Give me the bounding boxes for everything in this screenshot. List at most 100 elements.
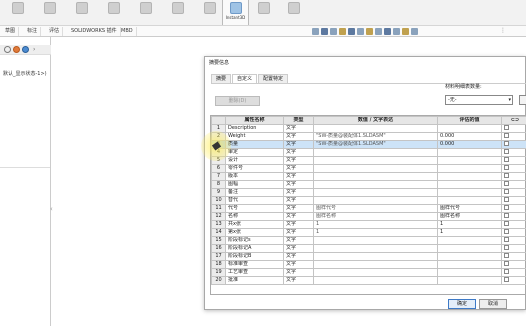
type-cell[interactable]: 文字 <box>283 268 314 277</box>
expression-cell[interactable]: 1 <box>313 220 438 229</box>
property-name-cell[interactable]: 共x张 <box>225 220 284 229</box>
link-checkbox-cell[interactable] <box>501 204 526 213</box>
table-row[interactable]: 11 代号 文字 图样代号 图样代号 <box>211 204 526 213</box>
chevron-right-icon[interactable]: › <box>33 46 35 53</box>
expression-cell[interactable] <box>313 188 438 197</box>
crosshair-icon[interactable] <box>4 46 11 53</box>
checkbox[interactable] <box>504 125 509 130</box>
table-row[interactable]: 16 阶段标记A 文字 <box>211 244 526 253</box>
link-checkbox-cell[interactable] <box>501 172 526 181</box>
type-cell[interactable]: 文字 <box>283 124 314 133</box>
col-header-type[interactable]: 类型 <box>283 116 314 125</box>
property-name-cell[interactable]: 阶段标记B <box>225 252 284 261</box>
table-row[interactable]: 7 版本 文字 <box>211 172 526 181</box>
checkbox[interactable] <box>504 213 509 218</box>
evaluated-value-cell[interactable] <box>437 172 502 181</box>
ribbon-button[interactable] <box>280 0 307 25</box>
tree-item[interactable]: 默认_显示状态-1>) <box>3 70 47 77</box>
checkbox[interactable] <box>504 229 509 234</box>
evaluated-value-cell[interactable] <box>437 244 502 253</box>
table-row[interactable]: 8 图幅 文字 <box>211 180 526 189</box>
table-row[interactable]: 10 替代 文字 <box>211 196 526 205</box>
expression-cell[interactable] <box>313 172 438 181</box>
checkbox[interactable] <box>504 237 509 242</box>
tab-custom[interactable]: 自定义 <box>232 74 258 83</box>
type-cell[interactable]: 文字 <box>283 228 314 237</box>
property-name-cell[interactable]: Description <box>225 124 284 133</box>
evaluated-value-cell[interactable] <box>437 164 502 173</box>
expression-cell[interactable] <box>313 236 438 245</box>
appearance-icon[interactable] <box>366 28 373 35</box>
table-row[interactable]: 18 标准审查 文字 <box>211 260 526 269</box>
tab-solidworks-addins[interactable]: SOLIDWORKS 插件 <box>68 27 121 36</box>
section-view-icon[interactable] <box>348 28 355 35</box>
evaluated-value-cell[interactable]: 1 <box>437 220 502 229</box>
type-cell[interactable]: 文字 <box>283 220 314 229</box>
link-checkbox-cell[interactable] <box>501 132 526 141</box>
checkbox[interactable] <box>504 261 509 266</box>
expression-cell[interactable] <box>313 276 438 285</box>
checkbox[interactable] <box>504 253 509 258</box>
checkbox[interactable] <box>504 141 509 146</box>
table-row[interactable]: 20 批准 文字 <box>211 276 526 285</box>
table-row[interactable]: 1 Description 文字 <box>211 124 526 133</box>
expression-cell[interactable] <box>313 148 438 157</box>
property-name-cell[interactable]: 审定 <box>225 148 284 157</box>
ribbon-button[interactable] <box>36 0 63 25</box>
property-name-cell[interactable]: 批准 <box>225 276 284 285</box>
view-settings-icon[interactable] <box>384 28 391 35</box>
property-name-cell[interactable]: 备注 <box>225 188 284 197</box>
zoom-icon[interactable] <box>312 28 319 35</box>
expression-cell[interactable] <box>313 156 438 165</box>
table-row[interactable]: 4审定文字 <box>211 148 526 157</box>
ribbon-button[interactable] <box>196 0 223 25</box>
property-name-cell[interactable]: 替代 <box>225 196 284 205</box>
evaluated-value-cell[interactable]: 0.000 <box>437 140 502 149</box>
expression-cell[interactable] <box>313 260 438 269</box>
property-name-cell[interactable]: 零件号 <box>225 164 284 173</box>
type-cell[interactable]: 文字 <box>283 244 314 253</box>
expression-cell[interactable] <box>313 124 438 133</box>
evaluated-value-cell[interactable]: 图样名称 <box>437 212 502 221</box>
link-checkbox-cell[interactable] <box>501 180 526 189</box>
checkbox[interactable] <box>504 181 509 186</box>
col-header-evaluated[interactable]: 评估的值 <box>437 116 502 125</box>
bom-quantity-select[interactable]: -无- ▾ <box>445 95 513 105</box>
type-cell[interactable]: 文字 <box>283 252 314 261</box>
evaluated-value-cell[interactable] <box>437 188 502 197</box>
checkbox[interactable] <box>504 133 509 138</box>
link-checkbox-cell[interactable] <box>501 156 526 165</box>
evaluated-value-cell[interactable] <box>437 252 502 261</box>
monitor-icon[interactable] <box>402 28 409 35</box>
search-icon[interactable] <box>321 28 328 35</box>
type-cell[interactable]: 文字 <box>283 180 314 189</box>
ribbon-button[interactable] <box>250 0 277 25</box>
link-checkbox-cell[interactable] <box>501 268 526 277</box>
property-name-cell[interactable]: 标准审查 <box>225 260 284 269</box>
table-row[interactable]: 3质量文字"SW-质量@装配体1.SLDASM"0.000 <box>211 140 526 149</box>
type-cell[interactable]: 文字 <box>283 148 314 157</box>
link-checkbox-cell[interactable] <box>501 228 526 237</box>
expression-cell[interactable] <box>313 252 438 261</box>
property-name-cell[interactable]: 第x张 <box>225 228 284 237</box>
table-row[interactable]: 19 工艺审查 文字 <box>211 268 526 277</box>
link-checkbox-cell[interactable] <box>501 236 526 245</box>
expression-cell[interactable]: 1 <box>313 228 438 237</box>
link-checkbox-cell[interactable] <box>501 252 526 261</box>
tab-mbd[interactable]: MBD <box>118 27 137 36</box>
evaluated-value-cell[interactable] <box>437 236 502 245</box>
tab-summary[interactable]: 摘要 <box>211 74 232 83</box>
evaluated-value-cell[interactable]: 1 <box>437 228 502 237</box>
expression-cell[interactable]: 图样名称 <box>313 212 438 221</box>
display-style-icon[interactable] <box>357 28 364 35</box>
type-cell[interactable]: 文字 <box>283 204 314 213</box>
more-icon[interactable] <box>411 28 418 35</box>
checkbox[interactable] <box>504 165 509 170</box>
link-checkbox-cell[interactable] <box>501 244 526 253</box>
link-checkbox-cell[interactable] <box>501 140 526 149</box>
pan-icon[interactable] <box>330 28 337 35</box>
appearance-icon[interactable] <box>22 46 29 53</box>
checkbox[interactable] <box>504 245 509 250</box>
collapse-panel-handle[interactable]: ‹ <box>50 205 53 213</box>
link-checkbox-cell[interactable] <box>501 148 526 157</box>
